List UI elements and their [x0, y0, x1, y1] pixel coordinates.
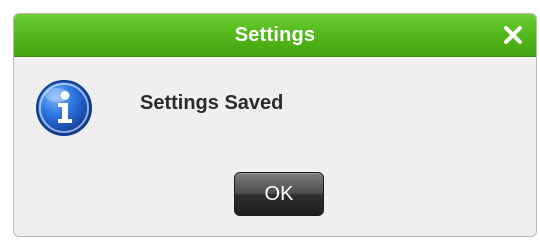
close-button[interactable] — [498, 20, 528, 50]
dialog-message: Settings Saved — [140, 92, 284, 114]
settings-dialog: Settings Settings Saved OK — [13, 13, 537, 237]
dialog-titlebar[interactable]: Settings — [14, 14, 536, 57]
ok-button[interactable]: OK — [234, 172, 324, 216]
dialog-title: Settings — [234, 24, 316, 46]
close-icon — [504, 26, 522, 44]
info-icon — [34, 78, 94, 138]
screenshot-frame: Settings Settings Saved OK — [0, 0, 540, 243]
